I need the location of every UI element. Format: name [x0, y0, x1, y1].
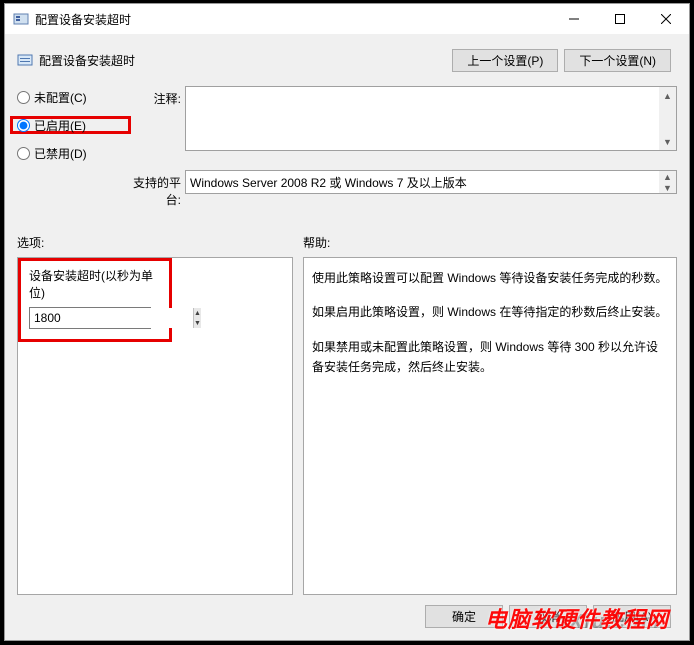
supported-label: 支持的平台: [131, 170, 181, 208]
help-label: 帮助: [303, 234, 677, 251]
supported-platform-field: Windows Server 2008 R2 或 Windows 7 及以上版本… [185, 170, 677, 194]
radio-not-configured[interactable]: 未配置(C) [17, 88, 127, 106]
radio-not-configured-label: 未配置(C) [34, 89, 87, 106]
options-label: 选项: [17, 234, 303, 251]
radio-disabled-label: 已禁用(D) [34, 145, 87, 162]
window-icon [13, 11, 29, 27]
policy-editor-window: 配置设备安装超时 配置设备安装超时 上一个设置(P) 下一个设置(N) [4, 3, 690, 641]
lower-panels: 设备安装超时(以秒为单位) ▲ ▼ 使用此策略设置可以配置 Windows 等待… [17, 257, 677, 595]
timeout-input[interactable] [30, 308, 193, 328]
spinner-up-button[interactable]: ▲ [194, 308, 201, 318]
timeout-option-group: 设备安装超时(以秒为单位) ▲ ▼ [18, 258, 172, 342]
header-row: 配置设备安装超时 上一个设置(P) 下一个设置(N) [17, 44, 677, 76]
maximize-button[interactable] [597, 4, 643, 34]
dialog-body: 配置设备安装超时 上一个设置(P) 下一个设置(N) 未配置(C) 已启用(E) [5, 34, 689, 640]
comment-label: 注释: [131, 86, 181, 107]
spinner-buttons: ▲ ▼ [193, 308, 201, 328]
radio-not-configured-input[interactable] [17, 91, 30, 104]
platform-scrollbar[interactable]: ▲ ▼ [659, 171, 676, 193]
scroll-down-icon[interactable]: ▼ [659, 133, 676, 150]
timeout-spinner: ▲ ▼ [29, 307, 151, 329]
dialog-footer: 确定 取消 应用(A) [17, 595, 677, 628]
help-text: 使用此策略设置可以配置 Windows 等待设备安装任务完成的秒数。 如果启用此… [312, 268, 668, 378]
section-labels: 选项: 帮助: [17, 234, 677, 251]
comment-field-wrap: ▲ ▼ [185, 86, 677, 151]
radio-enabled-input[interactable] [17, 119, 30, 132]
policy-icon [17, 52, 33, 68]
previous-setting-button[interactable]: 上一个设置(P) [452, 49, 558, 72]
nav-buttons: 上一个设置(P) 下一个设置(N) [452, 49, 671, 72]
state-radio-group: 未配置(C) 已启用(E) 已禁用(D) [17, 86, 127, 162]
options-panel: 设备安装超时(以秒为单位) ▲ ▼ [17, 257, 293, 595]
close-button[interactable] [643, 4, 689, 34]
supported-platform-text: Windows Server 2008 R2 或 Windows 7 及以上版本 [190, 174, 672, 191]
timeout-label: 设备安装超时(以秒为单位) [29, 267, 161, 301]
help-paragraph: 如果禁用或未配置此策略设置，则 Windows 等待 300 秒以允许设备安装任… [312, 337, 668, 378]
scroll-up-icon[interactable]: ▲ [659, 87, 676, 104]
cancel-button[interactable]: 取消 [509, 605, 587, 628]
top-grid: 未配置(C) 已启用(E) 已禁用(D) 注释: ▲ ▼ [17, 86, 677, 208]
titlebar: 配置设备安装超时 [5, 4, 689, 34]
ok-button[interactable]: 确定 [425, 605, 503, 628]
apply-button[interactable]: 应用(A) [593, 605, 671, 628]
window-controls [551, 4, 689, 34]
comment-scrollbar[interactable]: ▲ ▼ [659, 87, 676, 150]
radio-enabled[interactable]: 已启用(E) [10, 116, 131, 134]
radio-disabled[interactable]: 已禁用(D) [17, 144, 127, 162]
next-setting-button[interactable]: 下一个设置(N) [564, 49, 671, 72]
help-panel: 使用此策略设置可以配置 Windows 等待设备安装任务完成的秒数。 如果启用此… [303, 257, 677, 595]
policy-title: 配置设备安装超时 [17, 52, 452, 69]
spinner-down-button[interactable]: ▼ [194, 318, 201, 328]
window-title: 配置设备安装超时 [35, 11, 551, 28]
help-paragraph: 如果启用此策略设置，则 Windows 在等待指定的秒数后终止安装。 [312, 302, 668, 322]
scroll-up-icon[interactable]: ▲ [659, 171, 676, 182]
policy-title-text: 配置设备安装超时 [39, 52, 135, 69]
radio-enabled-label: 已启用(E) [34, 117, 86, 134]
scroll-down-icon[interactable]: ▼ [659, 182, 676, 193]
minimize-button[interactable] [551, 4, 597, 34]
comment-textarea[interactable] [186, 87, 676, 147]
help-paragraph: 使用此策略设置可以配置 Windows 等待设备安装任务完成的秒数。 [312, 268, 668, 288]
radio-disabled-input[interactable] [17, 147, 30, 160]
